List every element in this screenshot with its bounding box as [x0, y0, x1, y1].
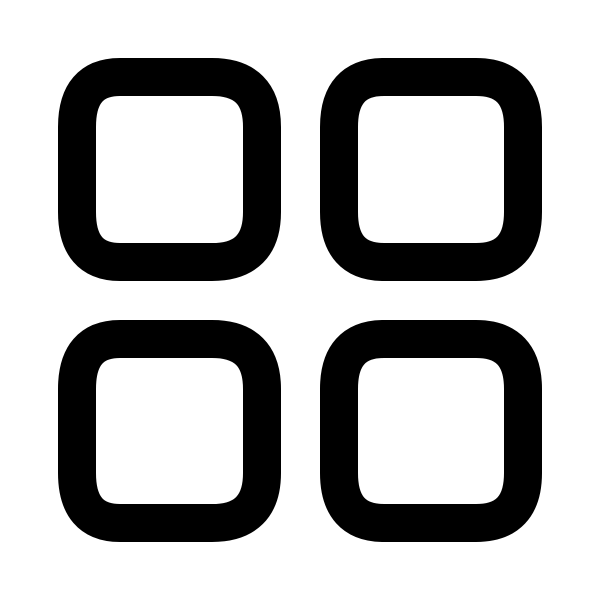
grid-square-bottom-right [320, 320, 542, 542]
icon-canvas [0, 0, 600, 600]
grid-square-bottom-left [58, 320, 281, 542]
grid-square-top-left [58, 58, 281, 281]
grid-icon [58, 58, 542, 542]
grid-square-top-right [320, 58, 542, 281]
